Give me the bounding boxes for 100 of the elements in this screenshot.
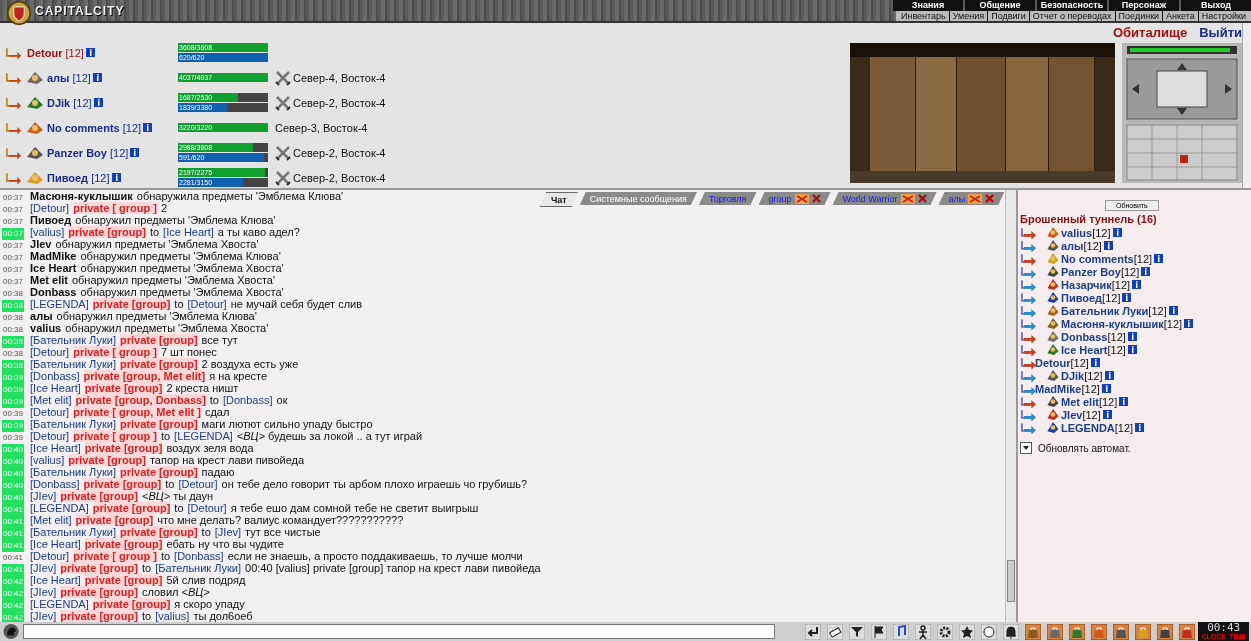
arrow-icon[interactable] bbox=[1020, 291, 1037, 304]
player-name[interactable]: алы[12] bbox=[1061, 239, 1102, 252]
info-icon[interactable] bbox=[1132, 280, 1142, 289]
recipient-name[interactable]: [Бательник Луки] bbox=[155, 562, 242, 574]
sender-name[interactable]: [Donbass] bbox=[30, 370, 80, 382]
home-link[interactable]: Обиталище bbox=[1112, 23, 1188, 43]
channel-tag[interactable]: private [group, Met elit] bbox=[83, 370, 206, 382]
channel-tag[interactable]: private [group] bbox=[119, 418, 198, 430]
arrow-icon[interactable] bbox=[1020, 421, 1037, 434]
sender-name[interactable]: [Ice Heart] bbox=[30, 442, 81, 454]
person-icon[interactable] bbox=[915, 623, 932, 640]
channel-tag[interactable]: private [group] bbox=[92, 598, 171, 610]
arrow-icon[interactable] bbox=[1020, 252, 1037, 265]
player-name[interactable]: No comments[12] bbox=[1061, 252, 1153, 265]
menu-link[interactable]: Отчет о переводах bbox=[1028, 11, 1115, 21]
info-icon[interactable] bbox=[111, 173, 121, 182]
sender-name[interactable]: [Detour] bbox=[30, 550, 70, 562]
player-name[interactable]: Пивоед [12] bbox=[47, 171, 110, 184]
recipient-name[interactable]: [valius] bbox=[155, 610, 190, 622]
flag-icon[interactable] bbox=[871, 623, 888, 640]
arrow-icon[interactable] bbox=[1020, 330, 1037, 343]
player-name[interactable]: LEGENDA[12] bbox=[1061, 421, 1134, 434]
bag-icon[interactable] bbox=[1091, 623, 1108, 640]
channel-tag[interactable]: private [group] bbox=[68, 226, 146, 238]
player-name[interactable]: алы bbox=[30, 310, 53, 322]
recipient-name[interactable]: [Donbass] bbox=[174, 550, 224, 562]
player-name[interactable]: Detour [12] bbox=[27, 46, 84, 59]
menu-link[interactable]: Подвиги bbox=[987, 11, 1029, 21]
sender-name[interactable]: [Met elit] bbox=[30, 394, 72, 406]
sender-name[interactable]: [Ice Heart] bbox=[30, 574, 81, 586]
player-name[interactable]: Met elit[12] bbox=[1061, 395, 1118, 408]
player-name[interactable]: Donbass bbox=[30, 286, 77, 298]
channel-tag[interactable]: private [group] bbox=[92, 298, 171, 310]
bag-icon[interactable] bbox=[1047, 623, 1064, 640]
player-name[interactable]: MadMike bbox=[30, 250, 77, 262]
arrow-icon[interactable] bbox=[1020, 395, 1037, 408]
bag-icon[interactable] bbox=[1135, 623, 1152, 640]
player-name[interactable]: Пивоед[12] bbox=[1061, 291, 1121, 304]
channel-tag[interactable]: private [group] bbox=[119, 466, 198, 478]
channel-tag[interactable]: private [group] bbox=[84, 574, 163, 586]
channel-tag[interactable]: private [group] bbox=[60, 610, 138, 622]
arrow-icon[interactable] bbox=[5, 121, 22, 134]
recipient-name[interactable]: [Detour] bbox=[178, 478, 218, 490]
arrow-icon[interactable] bbox=[5, 71, 22, 84]
recipient-name[interactable]: [Ice Heart] bbox=[163, 226, 214, 238]
bag-icon[interactable] bbox=[1113, 623, 1130, 640]
recipient-name[interactable]: [JIev] bbox=[214, 526, 242, 538]
info-icon[interactable] bbox=[1127, 345, 1137, 354]
sender-name[interactable]: [Бательник Луки] bbox=[30, 418, 116, 430]
player-name[interactable]: DJik[12] bbox=[1061, 369, 1103, 382]
channel-tag[interactable]: private [ group ] bbox=[73, 550, 157, 562]
player-name[interactable]: алы [12] bbox=[47, 71, 91, 84]
arrow-icon[interactable] bbox=[1020, 265, 1037, 278]
menu-tab[interactable]: Знания bbox=[893, 0, 963, 11]
channel-tag[interactable]: private [group] bbox=[60, 562, 138, 574]
sender-name[interactable]: [Бательник Луки] bbox=[30, 526, 116, 538]
recipient-name[interactable]: [Detour] bbox=[187, 502, 227, 514]
sender-name[interactable]: [JIev] bbox=[30, 610, 57, 622]
menu-tab[interactable]: Выход bbox=[1181, 0, 1251, 11]
recipient-name[interactable]: [LEGENDA] bbox=[174, 430, 233, 442]
channel-tag[interactable]: private [group] bbox=[60, 490, 138, 502]
sender-name[interactable]: [Бательник Луки] bbox=[30, 358, 116, 370]
arrow-icon[interactable] bbox=[1020, 226, 1037, 239]
player-name[interactable]: DJik [12] bbox=[47, 96, 92, 109]
sender-name[interactable]: [Ice Heart] bbox=[30, 538, 81, 550]
channel-tag[interactable]: private [group, Donbass] bbox=[75, 394, 206, 406]
circle-icon[interactable] bbox=[981, 623, 998, 640]
star-icon[interactable] bbox=[959, 623, 976, 640]
arrow-icon[interactable] bbox=[1020, 278, 1037, 291]
channel-tag[interactable]: private [ group ] bbox=[73, 346, 157, 358]
channel-tag[interactable]: private [ group ] bbox=[73, 430, 157, 442]
bag-icon[interactable] bbox=[1069, 623, 1086, 640]
menu-tab[interactable]: Общение bbox=[965, 0, 1035, 11]
menu-link[interactable]: Инвентарь bbox=[897, 11, 949, 21]
bag-icon[interactable] bbox=[1157, 623, 1174, 640]
player-name[interactable]: Масюня-куклышик bbox=[30, 190, 133, 202]
eraser-icon[interactable] bbox=[827, 623, 844, 640]
player-name[interactable]: JIev[12] bbox=[1061, 408, 1101, 421]
channel-tag[interactable]: private [group] bbox=[92, 502, 171, 514]
player-name[interactable]: Назарчик[12] bbox=[1061, 278, 1131, 291]
menu-tab[interactable]: Персонаж bbox=[1109, 0, 1179, 11]
chat-tab[interactable]: Чат bbox=[540, 192, 578, 207]
sender-name[interactable]: [Donbass] bbox=[30, 478, 80, 490]
exit-link[interactable]: Выйти bbox=[1199, 23, 1242, 43]
channel-tag[interactable]: private [group] bbox=[83, 478, 162, 490]
sender-name[interactable]: [valius] bbox=[30, 226, 65, 238]
info-icon[interactable] bbox=[1103, 241, 1113, 250]
channel-tag[interactable]: private [group] bbox=[75, 514, 154, 526]
channel-tag[interactable]: private [group] bbox=[119, 526, 198, 538]
player-name[interactable]: Panzer Boy [12] bbox=[47, 146, 129, 159]
info-icon[interactable] bbox=[143, 123, 153, 132]
menu-link[interactable]: Анкета bbox=[1162, 11, 1198, 21]
player-name[interactable]: JIev bbox=[30, 238, 52, 250]
info-icon[interactable] bbox=[1102, 410, 1112, 419]
info-icon[interactable] bbox=[1135, 423, 1145, 432]
recipient-name[interactable]: [Detour] bbox=[187, 298, 227, 310]
channel-tag[interactable]: private [group] bbox=[60, 586, 138, 598]
sender-name[interactable]: [Detour] bbox=[30, 346, 70, 358]
sender-name[interactable]: [JIev] bbox=[30, 586, 57, 598]
info-icon[interactable] bbox=[1168, 306, 1178, 315]
